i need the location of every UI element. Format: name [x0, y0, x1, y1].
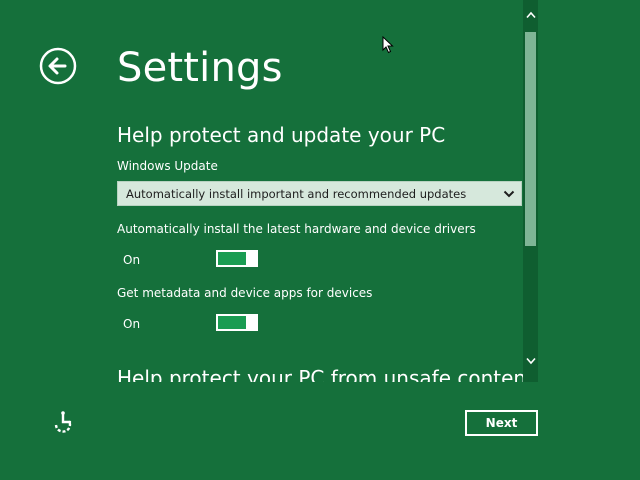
chevron-up-icon	[525, 11, 536, 19]
vertical-scrollbar[interactable]	[523, 0, 538, 382]
scroll-down-button[interactable]	[523, 352, 538, 372]
scrollbar-thumb[interactable]	[525, 32, 536, 246]
drivers-toggle-state: On	[123, 253, 141, 267]
drivers-label: Automatically install the latest hardwar…	[117, 222, 476, 236]
drivers-toggle[interactable]	[216, 250, 258, 267]
windows-update-selected-value: Automatically install important and reco…	[126, 187, 467, 201]
back-button[interactable]	[39, 47, 77, 85]
chevron-down-icon	[525, 357, 536, 365]
toggle-thumb	[249, 314, 258, 331]
scroll-up-button[interactable]	[523, 6, 538, 26]
windows-update-label: Windows Update	[117, 159, 218, 173]
toggle-track	[218, 316, 246, 329]
toggle-thumb	[249, 250, 258, 267]
page-title: Settings	[117, 45, 283, 91]
ease-of-access-button[interactable]	[50, 410, 76, 436]
ease-of-access-icon	[54, 411, 72, 433]
mouse-pointer-icon	[382, 36, 394, 54]
toggle-track	[218, 252, 246, 265]
windows-update-dropdown[interactable]: Automatically install important and reco…	[117, 181, 522, 206]
metadata-toggle[interactable]	[216, 314, 258, 331]
section-heading-unsafe-content: Help protect your PC from unsafe content	[117, 366, 523, 382]
next-button[interactable]: Next	[465, 410, 538, 436]
metadata-toggle-state: On	[123, 317, 141, 331]
chevron-down-icon	[503, 190, 515, 198]
back-arrow-icon	[39, 47, 77, 85]
section-heading-update: Help protect and update your PC	[117, 123, 446, 147]
settings-content[interactable]: Help protect and update your PC Windows …	[0, 114, 523, 382]
metadata-label: Get metadata and device apps for devices	[117, 286, 373, 300]
